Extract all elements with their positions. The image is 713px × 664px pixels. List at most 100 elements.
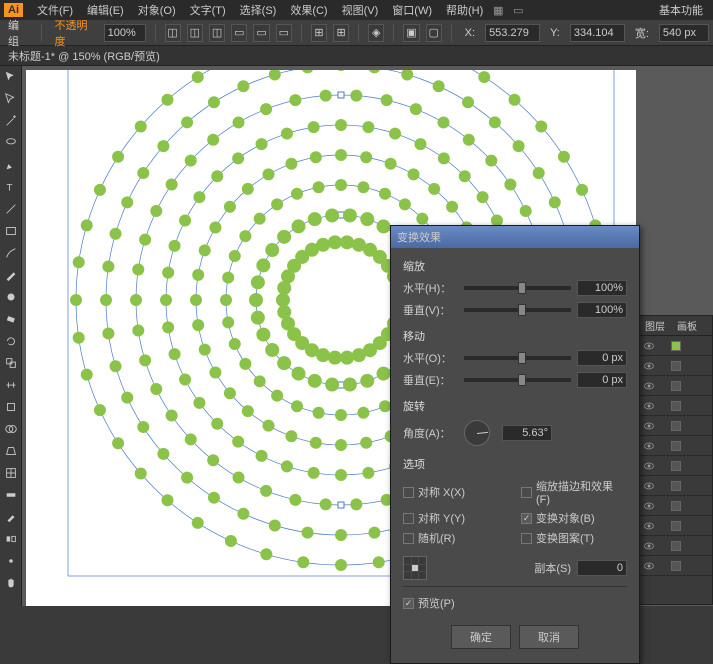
- visibility-icon[interactable]: [643, 360, 655, 372]
- gradient-tool[interactable]: [0, 484, 22, 506]
- transform-objects-checkbox[interactable]: ✓变换对象(B): [521, 510, 627, 526]
- align-center-icon[interactable]: ◫: [187, 24, 203, 42]
- scale-strokes-checkbox[interactable]: 缩放描边和效果(F): [521, 478, 627, 506]
- angle-input[interactable]: [502, 425, 552, 441]
- scale-v-slider[interactable]: [464, 308, 571, 312]
- lasso-tool[interactable]: [0, 132, 22, 154]
- scale-h-slider[interactable]: [464, 286, 571, 290]
- align-right-icon[interactable]: ◫: [209, 24, 225, 42]
- workspace-label[interactable]: 基本功能: [653, 0, 709, 20]
- symbol-tool[interactable]: [0, 550, 22, 572]
- layer-row[interactable]: [639, 376, 712, 396]
- x-input[interactable]: [485, 24, 540, 42]
- reflect-x-checkbox[interactable]: 对称 X(X): [403, 478, 509, 506]
- reflect-y-checkbox[interactable]: 对称 Y(Y): [403, 510, 509, 526]
- menu-type[interactable]: 文字(T): [184, 0, 232, 20]
- layer-row[interactable]: [639, 536, 712, 556]
- shape-mode-icon[interactable]: ▣: [403, 24, 419, 42]
- rectangle-tool[interactable]: [0, 220, 22, 242]
- layer-row[interactable]: [639, 336, 712, 356]
- blob-tool[interactable]: [0, 286, 22, 308]
- eyedropper-tool[interactable]: [0, 506, 22, 528]
- visibility-icon[interactable]: [643, 380, 655, 392]
- scale-h-input[interactable]: [577, 280, 627, 296]
- menu-effect[interactable]: 效果(C): [284, 0, 333, 20]
- angle-dial[interactable]: [464, 420, 490, 446]
- distribute-h-icon[interactable]: ⊞: [311, 24, 327, 42]
- rotate-tool[interactable]: [0, 330, 22, 352]
- move-h-slider[interactable]: [464, 356, 571, 360]
- artboards-tab[interactable]: 画板: [671, 316, 703, 335]
- layer-row[interactable]: [639, 416, 712, 436]
- move-v-slider[interactable]: [464, 378, 571, 382]
- visibility-icon[interactable]: [643, 480, 655, 492]
- layer-row[interactable]: [639, 356, 712, 376]
- menu-view[interactable]: 视图(V): [336, 0, 385, 20]
- shape-builder-tool[interactable]: [0, 418, 22, 440]
- layer-row[interactable]: [639, 436, 712, 456]
- pencil-tool[interactable]: [0, 264, 22, 286]
- selection-tool[interactable]: [0, 66, 22, 88]
- visibility-icon[interactable]: [643, 500, 655, 512]
- visibility-icon[interactable]: [643, 420, 655, 432]
- move-v-input[interactable]: [577, 372, 627, 388]
- align-middle-icon[interactable]: ▭: [253, 24, 269, 42]
- line-tool[interactable]: [0, 198, 22, 220]
- visibility-icon[interactable]: [643, 460, 655, 472]
- visibility-icon[interactable]: [643, 560, 655, 572]
- distribute-v-icon[interactable]: ⊞: [333, 24, 349, 42]
- eraser-tool[interactable]: [0, 308, 22, 330]
- transform-patterns-checkbox[interactable]: 变换图案(T): [521, 530, 627, 546]
- copies-input[interactable]: [577, 560, 627, 576]
- preview-checkbox[interactable]: ✓预览(P): [403, 595, 455, 611]
- visibility-icon[interactable]: [643, 540, 655, 552]
- hand-tool[interactable]: [0, 572, 22, 594]
- mesh-tool[interactable]: [0, 462, 22, 484]
- isolate-icon[interactable]: ▢: [426, 24, 442, 42]
- width-tool[interactable]: [0, 374, 22, 396]
- move-group-label: 移动: [403, 328, 627, 344]
- transform-icon[interactable]: ◈: [368, 24, 384, 42]
- layer-row[interactable]: [639, 456, 712, 476]
- visibility-icon[interactable]: [643, 400, 655, 412]
- visibility-icon[interactable]: [643, 440, 655, 452]
- layer-row[interactable]: [639, 396, 712, 416]
- magic-wand-tool[interactable]: [0, 110, 22, 132]
- y-input[interactable]: [570, 24, 625, 42]
- direct-select-tool[interactable]: [0, 88, 22, 110]
- opacity-input[interactable]: [104, 24, 146, 42]
- cancel-button[interactable]: 取消: [519, 625, 579, 649]
- layer-row[interactable]: [639, 556, 712, 576]
- align-bottom-icon[interactable]: ▭: [276, 24, 292, 42]
- align-top-icon[interactable]: ▭: [231, 24, 247, 42]
- visibility-icon[interactable]: [643, 520, 655, 532]
- w-input[interactable]: [659, 24, 709, 42]
- menu-help[interactable]: 帮助(H): [440, 0, 489, 20]
- random-checkbox[interactable]: 随机(R): [403, 530, 509, 546]
- free-transform-tool[interactable]: [0, 396, 22, 418]
- blend-tool[interactable]: [0, 528, 22, 550]
- dialog-titlebar[interactable]: 变换效果: [391, 226, 639, 248]
- arrange-icon[interactable]: ▭: [511, 3, 525, 17]
- layer-row[interactable]: [639, 496, 712, 516]
- menu-select[interactable]: 选择(S): [234, 0, 283, 20]
- menu-window[interactable]: 窗口(W): [386, 0, 438, 20]
- pen-tool[interactable]: [0, 154, 22, 176]
- layers-tab[interactable]: 图层: [639, 316, 671, 335]
- scale-v-input[interactable]: [577, 302, 627, 318]
- bridge-icon[interactable]: ▦: [491, 3, 505, 17]
- y-label: Y:: [546, 27, 564, 39]
- layer-row[interactable]: [639, 516, 712, 536]
- brush-tool[interactable]: [0, 242, 22, 264]
- ok-button[interactable]: 确定: [451, 625, 511, 649]
- perspective-tool[interactable]: [0, 440, 22, 462]
- scale-tool[interactable]: [0, 352, 22, 374]
- layer-row[interactable]: [639, 476, 712, 496]
- move-h-input[interactable]: [577, 350, 627, 366]
- menu-object[interactable]: 对象(O): [132, 0, 182, 20]
- visibility-icon[interactable]: [643, 340, 655, 352]
- align-left-icon[interactable]: ◫: [165, 24, 181, 42]
- document-tab[interactable]: 未标题-1* @ 150% (RGB/预览): [0, 46, 713, 66]
- reference-point[interactable]: [403, 556, 427, 580]
- type-tool[interactable]: T: [0, 176, 22, 198]
